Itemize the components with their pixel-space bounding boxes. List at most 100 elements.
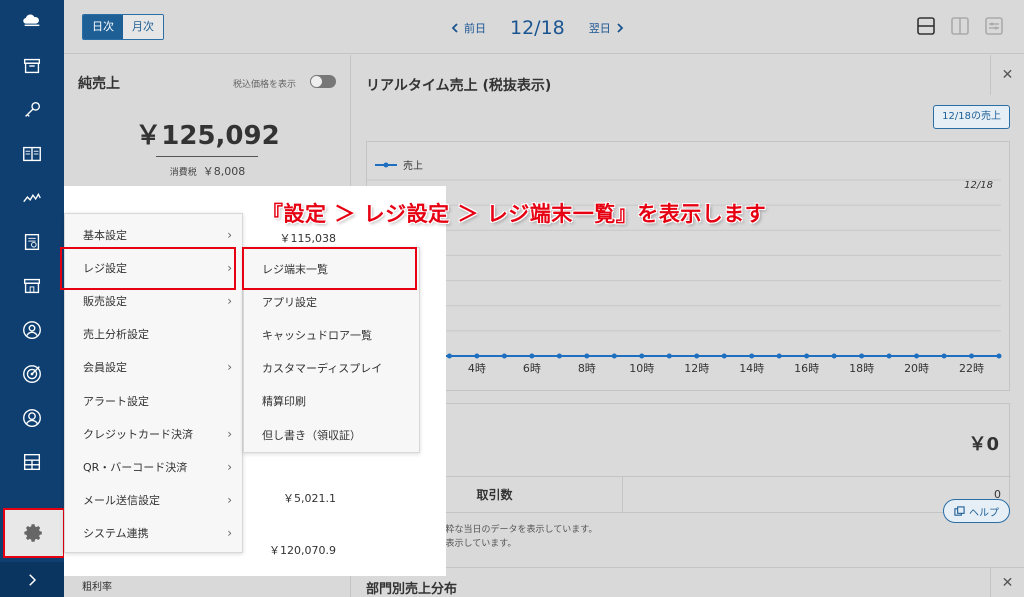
register-submenu-item[interactable]: キャッシュドロア一覧 bbox=[244, 318, 419, 351]
help-label: ヘルプ bbox=[969, 507, 999, 519]
sidebar-logo[interactable] bbox=[0, 0, 64, 40]
summary-value-2: ￥5,021.1 bbox=[283, 492, 336, 505]
gear-icon bbox=[24, 524, 42, 542]
target-icon bbox=[23, 365, 41, 383]
settings-menu-item[interactable]: アラート設定 bbox=[65, 384, 242, 417]
settings-menu-item-label: 売上分析設定 bbox=[83, 328, 149, 342]
settings-menu-item-label: システム連携 bbox=[83, 527, 149, 541]
close-icon: ✕ bbox=[1001, 67, 1014, 83]
settings-menu-item-label: 会員設定 bbox=[83, 361, 127, 375]
series-point bbox=[804, 353, 810, 359]
chevron-right-icon: › bbox=[227, 493, 232, 508]
series-point bbox=[639, 353, 645, 359]
chevron-left-icon bbox=[451, 23, 458, 33]
register-submenu-item[interactable]: カスタマーディスプレイ bbox=[244, 352, 419, 385]
register-submenu-item[interactable]: 但し書き（領収証） bbox=[244, 418, 419, 451]
current-date: 12/18 bbox=[510, 17, 565, 39]
transaction-count-row: 取引数 0 bbox=[367, 476, 1011, 512]
series-point bbox=[584, 353, 590, 359]
help-button[interactable]: ヘルプ bbox=[943, 499, 1010, 523]
x-tick-label: 22時 bbox=[959, 362, 984, 375]
series-point bbox=[529, 353, 535, 359]
grid-icon bbox=[23, 453, 41, 471]
settings-menu-item-label: 基本設定 bbox=[83, 228, 127, 242]
settings-menu-item-label: 販売設定 bbox=[83, 294, 127, 308]
x-tick-label: 10時 bbox=[629, 362, 654, 375]
x-tick-label: 8時 bbox=[578, 362, 596, 375]
register-submenu-item-label: 精算印刷 bbox=[262, 395, 306, 409]
series-point bbox=[501, 353, 507, 359]
chevron-right-icon bbox=[29, 573, 37, 586]
legend-marker bbox=[383, 162, 389, 168]
sidebar-item-settings[interactable] bbox=[3, 508, 65, 558]
realtime-sales-chart: 売上12/182時4時6時8時10時12時14時16時18時20時22時 bbox=[366, 141, 1010, 391]
summary-value-1: ￥115,038 bbox=[279, 232, 337, 245]
tax-toggle-switch[interactable] bbox=[310, 75, 336, 88]
sidebar-item-reports[interactable] bbox=[0, 220, 64, 264]
tax-value: ￥8,008 bbox=[202, 165, 246, 178]
chevron-right-icon bbox=[617, 23, 624, 33]
sidebar-item-keys[interactable] bbox=[0, 88, 64, 132]
sidebar-item-stores[interactable] bbox=[0, 264, 64, 308]
gross-margin-label: 粗利率 bbox=[82, 582, 112, 593]
sidebar-expand-button[interactable] bbox=[0, 562, 64, 597]
settings-menu-item[interactable]: 売上分析設定 bbox=[65, 318, 242, 351]
tax-row: 消費税 ￥8,008 bbox=[64, 163, 351, 179]
external-window-icon bbox=[954, 505, 965, 516]
settings-menu-item[interactable]: QR・バーコード決済 › bbox=[65, 450, 242, 483]
settings-menu-item-label: メール送信設定 bbox=[83, 494, 160, 508]
settings-menu-item[interactable]: システム連携 › bbox=[65, 517, 242, 550]
register-submenu-item[interactable]: アプリ設定 bbox=[244, 285, 419, 318]
chevron-right-icon: › bbox=[227, 459, 232, 474]
view-day-button[interactable]: 日次 bbox=[83, 15, 123, 39]
sidebar-item-analytics[interactable] bbox=[0, 176, 64, 220]
chevron-right-icon: › bbox=[227, 227, 232, 242]
tax-toggle-label: 税込価格を表示 bbox=[232, 80, 296, 90]
sidebar-item-ledger[interactable] bbox=[0, 132, 64, 176]
cloud-logo-icon bbox=[23, 14, 40, 27]
next-day-button[interactable]: 翌日 bbox=[589, 20, 625, 36]
series-point bbox=[776, 353, 782, 359]
settings-menu-item[interactable]: メール送信設定 › bbox=[65, 484, 242, 517]
layout-settings-icon[interactable] bbox=[984, 16, 1004, 36]
sidebar-item-customers[interactable] bbox=[0, 308, 64, 352]
day-sales-button[interactable]: 12/18の売上 bbox=[933, 105, 1010, 129]
settings-menu-item[interactable]: クレジットカード決済 › bbox=[65, 417, 242, 450]
series-point bbox=[831, 353, 837, 359]
sidebar-item-members[interactable] bbox=[0, 396, 64, 440]
prev-day-button[interactable]: 前日 bbox=[450, 20, 486, 36]
series-point bbox=[941, 353, 947, 359]
layout-split-icon[interactable] bbox=[950, 16, 970, 36]
sidebar-item-layout[interactable] bbox=[0, 440, 64, 484]
chevron-right-icon: › bbox=[227, 360, 232, 375]
date-navigator: 前日 12/18 翌日 bbox=[450, 14, 625, 42]
sidebar-item-products[interactable] bbox=[0, 44, 64, 88]
settings-menu-item[interactable]: 会員設定 › bbox=[65, 351, 242, 384]
chevron-right-icon: › bbox=[227, 426, 232, 441]
net-sales-title: 純売上 bbox=[78, 76, 120, 92]
register-submenu-item[interactable]: 精算印刷 bbox=[244, 385, 419, 418]
series-point bbox=[749, 353, 755, 359]
settings-menu-item-label: クレジットカード決済 bbox=[83, 427, 193, 441]
view-mode-toggle: 日次 月次 bbox=[82, 14, 164, 40]
book-icon bbox=[23, 146, 41, 162]
legend-label: 売上 bbox=[403, 159, 423, 172]
series-date-label: 12/18 bbox=[964, 180, 993, 191]
view-month-button[interactable]: 月次 bbox=[123, 15, 163, 39]
layout-single-icon[interactable] bbox=[916, 16, 936, 36]
series-point bbox=[914, 353, 920, 359]
series-point bbox=[474, 353, 480, 359]
sidebar bbox=[0, 0, 65, 597]
sidebar-item-targets[interactable] bbox=[0, 352, 64, 396]
register-submenu-item-label: カスタマーディスプレイ bbox=[262, 362, 383, 376]
series-point bbox=[886, 353, 892, 359]
x-tick-label: 18時 bbox=[849, 362, 874, 375]
close-department-panel-button[interactable]: ✕ bbox=[990, 568, 1024, 597]
series-point bbox=[996, 353, 1002, 359]
series-point bbox=[611, 353, 617, 359]
prev-day-label: 前日 bbox=[464, 22, 486, 35]
total-sales-value: ￥0 bbox=[968, 434, 999, 455]
chart-svg: 売上12/182時4時6時8時10時12時14時16時18時20時22時 bbox=[367, 159, 1002, 375]
x-tick-label: 16時 bbox=[794, 362, 819, 375]
close-panel-button[interactable]: ✕ bbox=[990, 55, 1024, 95]
